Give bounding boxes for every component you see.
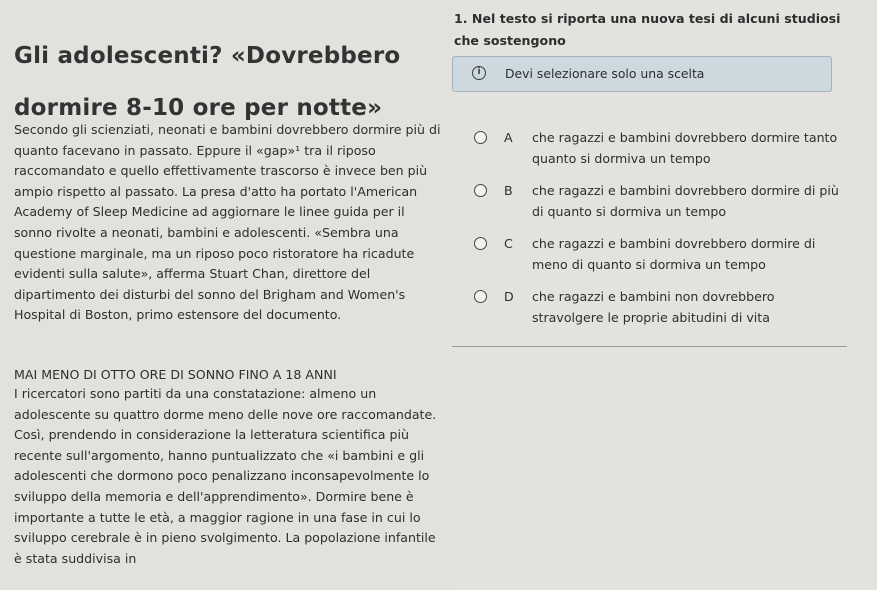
radio-button[interactable]: [474, 237, 487, 250]
radio-button[interactable]: [474, 131, 487, 144]
option-text[interactable]: che ragazzi e bambini dovrebbero dormire…: [532, 127, 842, 169]
article-title: Gli adolescenti? «Dovrebbero dormire 8-1…: [14, 43, 401, 121]
option-a[interactable]: A che ragazzi e bambini dovrebbero dormi…: [474, 127, 854, 171]
notice-text: Devi selezionare solo una scelta: [505, 66, 705, 81]
option-text[interactable]: che ragazzi e bambini dovrebbero dormire…: [532, 180, 842, 222]
article-paragraph-2: I ricercatori sono partiti da una consta…: [14, 386, 437, 566]
article-paragraph-1: Secondo gli scienziati, neonati e bambin…: [14, 122, 441, 323]
option-letter: B: [504, 183, 513, 198]
option-c[interactable]: C che ragazzi e bambini dovrebbero dormi…: [474, 233, 854, 277]
option-b[interactable]: B che ragazzi e bambini dovrebbero dormi…: [474, 180, 854, 224]
question-pane: 1. Nel testo si riporta una nuova tesi d…: [452, 0, 877, 590]
article-section-heading: MAI MENO DI OTTO ORE DI SONNO FINO A 18 …: [14, 367, 337, 382]
info-icon: i: [472, 66, 486, 80]
question-title: 1. Nel testo si riporta una nuova tesi d…: [454, 11, 841, 48]
radio-button[interactable]: [474, 290, 487, 303]
option-letter: D: [504, 289, 514, 304]
selection-notice: i Devi selezionare solo una scelta: [452, 56, 832, 92]
option-d[interactable]: D che ragazzi e bambini non dovrebbero s…: [474, 286, 854, 330]
options-divider: [452, 346, 847, 347]
option-text[interactable]: che ragazzi e bambini non dovrebbero str…: [532, 286, 842, 328]
option-letter: A: [504, 130, 513, 145]
radio-button[interactable]: [474, 184, 487, 197]
article-pane: Gli adolescenti? «Dovrebbero dormire 8-1…: [0, 0, 452, 590]
option-text[interactable]: che ragazzi e bambini dovrebbero dormire…: [532, 233, 842, 275]
option-letter: C: [504, 236, 513, 251]
